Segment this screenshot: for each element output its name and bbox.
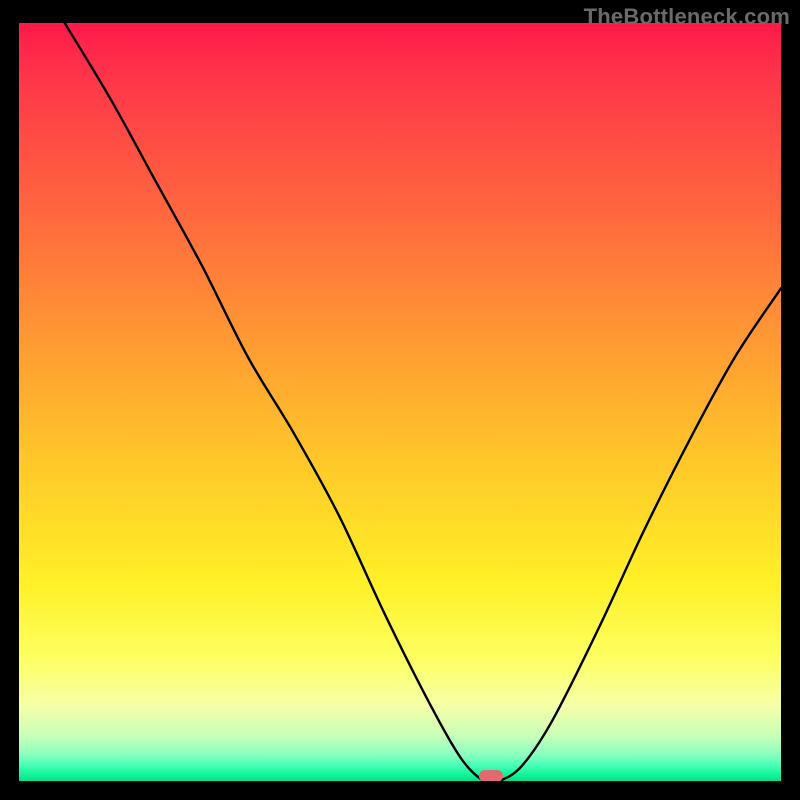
watermark-label: TheBottleneck.com [584,4,790,30]
optimum-marker [479,770,503,781]
bottleneck-curve [19,23,781,781]
plot-area [19,23,781,781]
chart-stage: TheBottleneck.com [0,0,800,800]
